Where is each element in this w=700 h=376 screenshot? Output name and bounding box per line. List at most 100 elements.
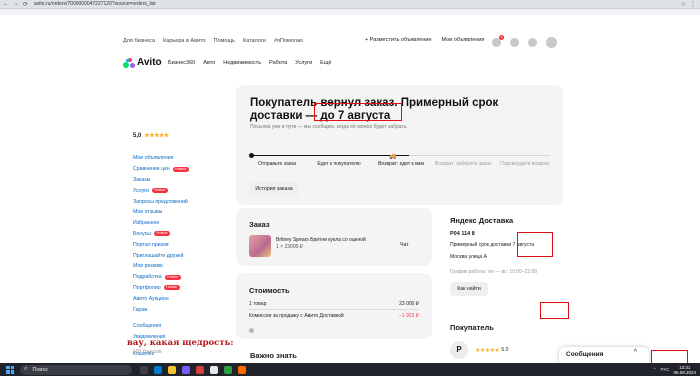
store-icon[interactable] <box>182 365 190 374</box>
annotation-box-date <box>314 103 402 121</box>
sidebar-item-label: Авито Аукцион <box>133 295 169 302</box>
clock[interactable]: 13:31 06.08.2024 <box>673 365 696 375</box>
nav-business360[interactable]: Бизнес360 <box>168 60 195 66</box>
language-indicator[interactable]: РУС <box>660 367 669 372</box>
sidebar-item[interactable]: Приглашайте друзей <box>133 250 223 261</box>
product-name[interactable]: Britney Spears Бритни кукла со оценой <box>276 237 376 243</box>
order-step: Отправьте заказ <box>257 161 297 167</box>
nav-more[interactable]: Ещё <box>320 60 331 66</box>
important-heading: Важно знать <box>250 351 297 360</box>
product-thumbnail[interactable] <box>249 235 271 257</box>
new-badge: Новое <box>164 274 181 280</box>
address-bar[interactable]: avito.ru/orders/7000000047227120?source=… <box>34 1 156 7</box>
messages-popup[interactable]: Сообщения ^ <box>559 347 649 363</box>
top-menu-catalogs[interactable]: Каталоги <box>243 38 266 44</box>
menu-dots-icon[interactable]: ⋮ <box>690 1 696 8</box>
order-step: Подтвердите возврат <box>500 161 550 167</box>
sidebar-item[interactable]: Сравнение цен Новое <box>133 164 223 175</box>
pickup-schedule: График работы: пн — вс: 10:00–22:00 <box>450 269 538 275</box>
annotation-caption: вау, какая щедрость: <box>127 338 234 348</box>
sidebar-item-label: Избранное <box>133 220 160 227</box>
main-nav: Бизнес360 Авто Недвижимость Работа Услуг… <box>168 60 331 66</box>
sidebar-item[interactable]: Мои объявления <box>133 153 223 164</box>
sidebar-item[interactable]: Портфолио Новое <box>133 283 223 294</box>
sidebar-item-messages[interactable]: Сообщения <box>133 321 223 332</box>
top-menu-career[interactable]: Карьера в Авито <box>163 38 206 44</box>
folder-icon[interactable] <box>168 365 176 374</box>
sidebar-item-label: Бонусы <box>133 230 152 237</box>
sidebar-item-label: Подработка <box>133 274 162 281</box>
new-badge: Новое <box>154 231 171 237</box>
sidebar-item[interactable]: Мои отзывы <box>133 207 223 218</box>
sidebar-item-label: Мои резюме <box>133 263 163 270</box>
nav-services[interactable]: Услуги <box>295 60 312 66</box>
new-badge: Новое <box>172 166 189 172</box>
browser-actions: ☆ ⋮ <box>681 1 696 8</box>
annotation-box-commission <box>540 302 569 319</box>
app-icon[interactable] <box>224 365 232 374</box>
tray-arrow-icon[interactable]: ⌃ <box>653 367 657 373</box>
sidebar-item-label: Приглашайте друзей <box>133 252 184 259</box>
task-view-icon[interactable] <box>140 365 148 374</box>
chat-bubble-icon[interactable] <box>528 38 537 47</box>
top-menu-help[interactable]: Помощь <box>214 38 235 44</box>
top-menu-business[interactable]: Для бизнеса <box>123 38 155 44</box>
sidebar-item[interactable]: Мои резюме <box>133 261 223 272</box>
windows-start-icon[interactable] <box>6 365 14 374</box>
status-subtitle: Посылка уже в пути — мы сообщим, когда е… <box>250 124 408 130</box>
sidebar-item-label: Портфолио <box>133 284 161 291</box>
reload-icon[interactable]: ⟳ <box>23 1 28 8</box>
info-icon[interactable] <box>249 328 254 333</box>
sidebar: 5,0 ★★★★★ Мои объявления Сравнение цен Нов… <box>133 132 223 359</box>
nav-auto[interactable]: Авто <box>203 60 215 66</box>
bell-icon[interactable] <box>510 38 519 47</box>
system-tray: ⌃ РУС 13:31 06.08.2024 <box>653 365 696 375</box>
how-to-find-button[interactable]: Как найти <box>450 282 488 296</box>
browser-toolbar: ← → ⟳ avito.ru/orders/7000000047227120?s… <box>0 0 700 9</box>
my-ads-link[interactable]: Мои объявления <box>442 37 485 43</box>
order-history-button[interactable]: История заказа <box>249 182 299 196</box>
sidebar-item[interactable]: Заказы <box>133 175 223 186</box>
nav-realty[interactable]: Недвижимость <box>223 60 261 66</box>
heart-icon[interactable]: 6 <box>492 35 504 47</box>
taskbar-search[interactable]: ⌕ Поиск <box>20 364 132 375</box>
avito-logo-text: Avito <box>137 57 162 68</box>
sidebar-item[interactable]: Портал призов <box>133 239 223 250</box>
sidebar-item[interactable]: Услуги Новое <box>133 185 223 196</box>
order-heading: Заказ <box>249 220 270 229</box>
sidebar-item-label: Запросы предложений <box>133 198 188 205</box>
forward-arrow-icon[interactable]: → <box>13 1 19 8</box>
sidebar-item[interactable]: Авито Аукцион <box>133 293 223 304</box>
edge-icon[interactable] <box>154 365 162 374</box>
app-icon[interactable] <box>238 365 246 374</box>
chrome-icon[interactable] <box>210 365 218 374</box>
new-badge: Новое <box>151 188 169 194</box>
bonus-points: 100 бонусов <box>133 349 162 355</box>
back-arrow-icon[interactable]: ← <box>3 1 9 8</box>
post-ad-link[interactable]: + Разместить объявление <box>365 37 432 43</box>
nav-jobs[interactable]: Работа <box>269 60 287 66</box>
buyer-avatar[interactable]: Р <box>450 341 468 359</box>
sidebar-item[interactable]: Гараж <box>133 304 223 315</box>
sidebar-item-label: Гараж <box>133 306 148 313</box>
order-card: Заказ Britney Spears Бритни кукла со оце… <box>236 208 432 266</box>
progress-fill <box>250 155 409 157</box>
chevron-up-icon[interactable]: ^ <box>634 349 637 356</box>
buyer-heading: Покупатель <box>450 323 494 332</box>
top-menu-help-tag[interactable]: #яПомогаю <box>274 38 303 44</box>
progress-start-dot <box>249 153 254 158</box>
search-icon: ⌕ <box>24 366 28 372</box>
order-progress <box>249 153 550 158</box>
sidebar-item[interactable]: Запросы предложений <box>133 196 223 207</box>
avito-logo[interactable]: Avito <box>123 57 162 68</box>
star-bookmark-icon[interactable]: ☆ <box>681 1 686 8</box>
sidebar-item[interactable]: Подработка Новое <box>133 272 223 283</box>
rating-value: 5,0 <box>133 132 142 139</box>
sidebar-item[interactable]: Бонусы Новое <box>133 229 223 240</box>
app-icon[interactable] <box>196 365 204 374</box>
product-price: 1 × 23000 ₽ <box>276 244 303 250</box>
sidebar-item[interactable]: Избранное <box>133 218 223 229</box>
order-step: Возврат: едет к вам <box>378 161 424 167</box>
chat-button[interactable]: Чат <box>400 242 409 248</box>
avatar[interactable] <box>546 37 557 48</box>
